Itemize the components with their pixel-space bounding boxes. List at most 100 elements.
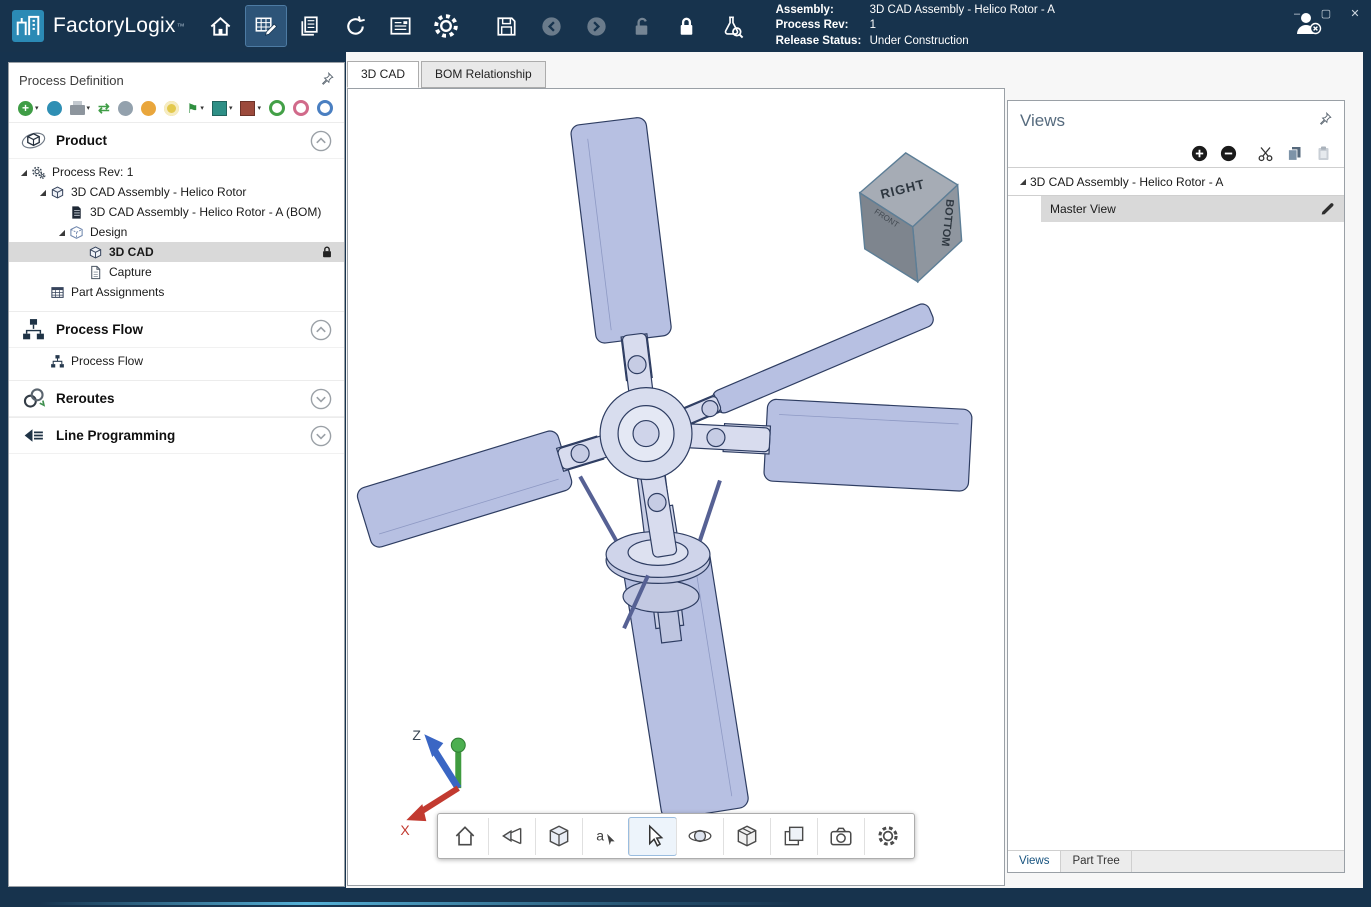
process-flow-tree: Process Flow [9, 348, 344, 380]
unlock-icon[interactable] [622, 6, 662, 46]
tree-item-3d-cad-assembly-helico-rotor-a-bom[interactable]: 3D CAD Assembly - Helico Rotor - A (BOM) [9, 202, 344, 222]
documents-icon[interactable] [291, 6, 331, 46]
tree-item-label: Process Flow [71, 354, 143, 368]
product-tree: ◢Process Rev: 1◢3D CAD Assembly - Helico… [9, 159, 344, 311]
tree-expander-icon[interactable]: ◢ [1016, 177, 1030, 186]
viewport-toolbar: a [437, 813, 915, 859]
line-programming-icon [21, 423, 46, 448]
tree-item-design[interactable]: ◢Design [9, 222, 344, 242]
tree-item-part-assignments[interactable]: Part Assignments [9, 282, 344, 302]
ring-pink-icon[interactable] [293, 99, 309, 117]
expand-section-icon[interactable] [310, 425, 332, 447]
shaded-view-button[interactable] [535, 818, 582, 855]
sync-circle-icon[interactable] [336, 6, 376, 46]
titlebar: FactoryLogix ™ Assembly:3D CAD Assembly … [0, 0, 1371, 52]
design-icon [69, 224, 87, 240]
cut-icon[interactable] [1257, 145, 1274, 162]
ring-blue-icon[interactable] [317, 99, 333, 117]
flow-icon [50, 353, 68, 369]
tree-item-capture[interactable]: Capture [9, 262, 344, 282]
settings-icon[interactable] [426, 6, 466, 46]
pin-icon[interactable] [321, 72, 334, 90]
assembly-icon [50, 184, 68, 200]
process-definition-header: Process Definition [9, 63, 344, 94]
tab-3d-cad[interactable]: 3D CAD [347, 61, 419, 88]
cube-red-icon[interactable]: ▾ [240, 99, 261, 117]
reports-icon[interactable] [381, 6, 421, 46]
process-rev-label: Process Rev: [776, 18, 870, 34]
main-toolbar [201, 6, 752, 46]
sync-icon[interactable]: ⇄ [98, 99, 110, 117]
close-button[interactable]: ✕ [1347, 7, 1363, 21]
views-panel: Views ◢ 3D CAD Assembly - Helico Rotor -… [1007, 100, 1345, 873]
add-view-icon[interactable] [1191, 145, 1208, 162]
lightbulb-icon[interactable] [141, 99, 156, 117]
views-tree-item-master-view[interactable]: Master View [1041, 196, 1344, 222]
collapse-section-icon[interactable] [310, 319, 332, 341]
minimize-button[interactable]: – [1289, 7, 1305, 21]
network-icon[interactable] [47, 99, 62, 117]
back-icon[interactable] [532, 6, 572, 46]
operator-icon[interactable] [118, 99, 133, 117]
section-header-process-flow[interactable]: Process Flow [9, 311, 344, 348]
orbit-button[interactable] [676, 818, 723, 855]
save-icon[interactable] [487, 6, 527, 46]
paste-icon[interactable] [1315, 145, 1332, 162]
workspace-background: 3D CADBOM Relationship [346, 52, 1363, 888]
inspect-icon[interactable] [712, 6, 752, 46]
tree-expander-icon[interactable]: ◢ [36, 188, 50, 197]
section-label: Reroutes [56, 391, 115, 406]
document-icon [88, 264, 106, 280]
tree-item-label: Part Assignments [71, 285, 164, 299]
collapse-section-icon[interactable] [310, 130, 332, 152]
viewer-settings-button[interactable] [864, 818, 911, 855]
tree-item-3d-cad-assembly-helico-rotor[interactable]: ◢3D CAD Assembly - Helico Rotor [9, 182, 344, 202]
remove-view-icon[interactable] [1220, 145, 1237, 162]
views-tree-root[interactable]: ◢ 3D CAD Assembly - Helico Rotor - A [1008, 167, 1344, 196]
tab-part-tree[interactable]: Part Tree [1061, 851, 1131, 872]
tree-item-process-rev-1[interactable]: ◢Process Rev: 1 [9, 162, 344, 182]
snapshot-button[interactable] [817, 818, 864, 855]
tab-views[interactable]: Views [1008, 851, 1061, 872]
cad-viewport[interactable]: RIGHT BOTTOM FRONT Z X a [347, 88, 1005, 886]
layers-button[interactable] [770, 818, 817, 855]
process-rev-value: 1 [870, 18, 876, 34]
edit-pencil-icon[interactable] [1319, 201, 1335, 217]
pin-icon[interactable] [1319, 112, 1332, 130]
rotor-3d-model[interactable]: RIGHT BOTTOM FRONT Z X [348, 89, 1004, 885]
home-icon[interactable] [201, 6, 241, 46]
section-header-reroutes[interactable]: Reroutes [9, 380, 344, 417]
annotate-button[interactable]: a [582, 818, 629, 855]
select-pointer-button[interactable] [629, 818, 676, 855]
brand: FactoryLogix ™ [12, 10, 185, 42]
section-label: Process Flow [56, 322, 143, 337]
tree-item-3d-cad[interactable]: 3D CAD [9, 242, 344, 262]
status-glow [40, 902, 800, 905]
tree-item-process-flow[interactable]: Process Flow [9, 351, 344, 371]
tree-expander-icon[interactable]: ◢ [17, 168, 31, 177]
flag-icon[interactable]: ⚑▾ [187, 99, 204, 117]
view-orientation-button[interactable] [488, 818, 535, 855]
tree-expander-icon[interactable]: ◢ [55, 228, 69, 237]
process-editor-icon[interactable] [246, 6, 286, 46]
section-header-line-programming[interactable]: Line Programming [9, 417, 344, 454]
copy-icon[interactable] [1286, 145, 1303, 162]
flower-icon[interactable] [164, 99, 179, 117]
home-view-button[interactable] [441, 818, 488, 855]
orientation-cube[interactable]: RIGHT BOTTOM FRONT [860, 153, 962, 282]
ring-green-icon[interactable] [269, 99, 285, 117]
window-controls: – ▢ ✕ [1289, 7, 1363, 21]
forward-icon[interactable] [577, 6, 617, 46]
cube-green-icon[interactable]: ▾ [212, 99, 233, 117]
isolate-part-button[interactable] [723, 818, 770, 855]
lock-icon[interactable] [667, 6, 707, 46]
expand-section-icon[interactable] [310, 388, 332, 410]
section-label: Line Programming [56, 428, 175, 443]
print-icon[interactable]: ▾ [70, 99, 91, 117]
tab-bom-relationship[interactable]: BOM Relationship [421, 61, 546, 88]
process-definition-title: Process Definition [19, 73, 124, 88]
section-header-product[interactable]: Product [9, 122, 344, 159]
svg-text:a: a [596, 827, 604, 843]
maximize-button[interactable]: ▢ [1318, 7, 1334, 21]
add-icon[interactable]: +▾ [18, 99, 39, 117]
